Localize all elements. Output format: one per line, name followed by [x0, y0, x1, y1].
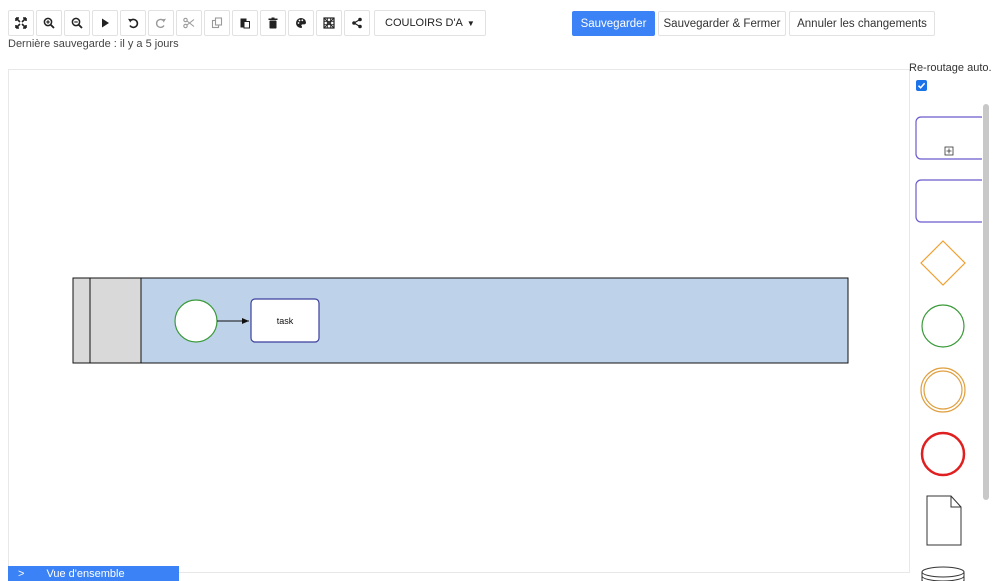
palette-svg [915, 116, 982, 581]
zoom-out-button[interactable] [64, 10, 90, 36]
palette-start-event[interactable] [921, 304, 965, 348]
zoom-out-icon [71, 17, 83, 29]
auto-reroute-checkbox[interactable] [916, 80, 927, 91]
zoom-in-button[interactable] [36, 10, 62, 36]
trash-icon [268, 17, 278, 29]
shape-palette [912, 100, 982, 581]
share-button[interactable] [344, 10, 370, 36]
diagram-svg: task [72, 277, 849, 364]
palette-gateway[interactable] [920, 240, 966, 286]
palette-intermediate-event[interactable] [920, 367, 966, 413]
paste-icon [240, 18, 250, 29]
copy-icon [211, 17, 223, 29]
task-label: task [277, 316, 294, 326]
caret-down-icon: ▼ [466, 18, 475, 28]
lane-header[interactable] [89, 277, 142, 364]
auto-reroute-label: Re-routage auto. [909, 62, 992, 74]
paste-button[interactable] [232, 10, 258, 36]
lanes-dropdown[interactable]: COULOIRS D'A ▼ [374, 10, 486, 36]
palette-subprocess-collapsed[interactable] [915, 116, 982, 160]
delete-button[interactable] [260, 10, 286, 36]
save-close-button[interactable]: Sauvegarder & Fermer [658, 11, 786, 36]
color-palette-button[interactable] [288, 10, 314, 36]
chevron-right-icon: > [18, 567, 25, 580]
play-button[interactable] [92, 10, 118, 36]
last-save-status: Dernière sauvegarde : il y a 5 jours [8, 38, 179, 50]
fit-screen-icon [15, 17, 27, 29]
cancel-changes-button[interactable]: Annuler les changements [789, 11, 935, 36]
palette-icon [296, 17, 306, 28]
lanes-dropdown-label: COULOIRS D'A [385, 17, 463, 29]
palette-data-object[interactable] [926, 495, 962, 546]
start-event[interactable] [174, 299, 218, 343]
play-icon [102, 18, 109, 28]
diagram-toolbar: COULOIRS D'A ▼ [8, 10, 486, 36]
copy-button[interactable] [204, 10, 230, 36]
cut-button[interactable] [176, 10, 202, 36]
share-icon [352, 17, 362, 29]
check-icon [917, 82, 926, 89]
fit-screen-button[interactable] [8, 10, 34, 36]
grid-icon [323, 17, 335, 29]
overview-panel-toggle[interactable]: > Vue d'ensemble [8, 566, 179, 581]
grid-button[interactable] [316, 10, 342, 36]
scissors-icon [183, 17, 195, 29]
palette-data-store[interactable] [921, 566, 965, 581]
palette-end-event[interactable] [920, 431, 966, 477]
undo-button[interactable] [120, 10, 146, 36]
redo-button[interactable] [148, 10, 174, 36]
pool-header[interactable] [72, 277, 91, 364]
diagram-canvas[interactable]: task [8, 69, 910, 573]
palette-scrollbar[interactable] [982, 104, 990, 564]
redo-icon [155, 18, 166, 29]
overview-label: Vue d'ensemble [46, 567, 125, 580]
palette-scrollbar-thumb[interactable] [983, 104, 989, 500]
undo-icon [128, 18, 139, 29]
save-button[interactable]: Sauvegarder [572, 11, 655, 36]
palette-subprocess[interactable] [915, 179, 982, 223]
zoom-in-icon [43, 17, 55, 29]
